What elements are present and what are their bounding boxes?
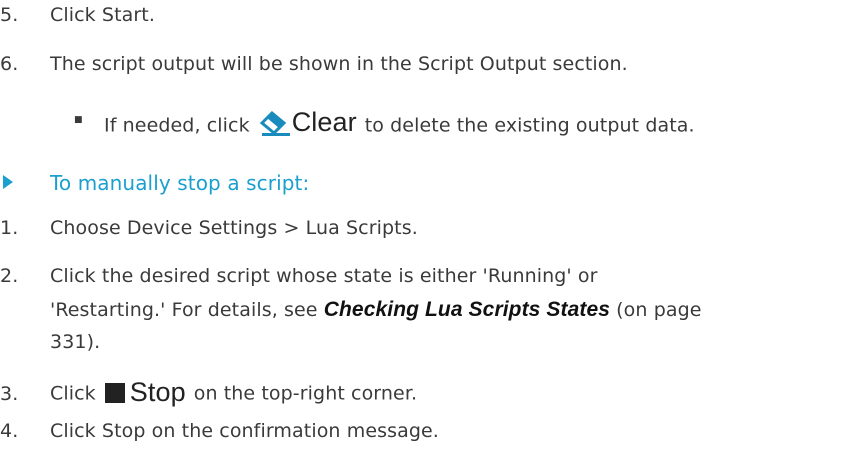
- line2-post: (on page: [616, 299, 702, 321]
- step-text: Click Start.: [50, 4, 155, 26]
- bullet-text-pre: If needed, click: [104, 114, 250, 137]
- step-text: Choose Device Settings > Lua Scripts.: [50, 217, 418, 239]
- step-text-line3: 331).: [50, 331, 101, 353]
- bullet-text-post: to delete the existing output data.: [364, 114, 695, 137]
- step-text: The script output will be shown in the S…: [50, 53, 628, 75]
- step-number: 1.: [0, 217, 19, 239]
- stop-button-image: Stop: [104, 377, 186, 408]
- eraser-icon: [259, 110, 290, 136]
- stop-square-icon: [104, 382, 125, 403]
- step-text-line2: 'Restarting.' For details, see Checking …: [50, 298, 702, 322]
- step-text: Click Stop on the confirmation message.: [50, 420, 439, 442]
- stop-button-label: Stop: [129, 377, 186, 407]
- step-3-pre: Click: [50, 382, 96, 405]
- step-3-post: on the top-right corner.: [193, 382, 418, 405]
- cross-reference-link[interactable]: Checking Lua Scripts States: [324, 298, 610, 321]
- heading-text: To manually stop a script:: [50, 171, 310, 195]
- clear-button-label: Clear: [291, 107, 357, 137]
- step-text: Click Stop on the top-right corner.: [50, 377, 417, 408]
- step-number: 5.: [0, 4, 19, 26]
- bullet-text: If needed, click Clear to delete the exi…: [104, 107, 695, 138]
- bullet-mark: ■: [74, 115, 83, 125]
- clear-button-image: Clear: [258, 107, 357, 138]
- step-text-line1: Click the desired script whose state is …: [50, 265, 598, 287]
- step-number: 3.: [0, 383, 19, 405]
- triangle-right-icon: [3, 175, 13, 189]
- step-number: 4.: [0, 420, 19, 442]
- step-number: 6.: [0, 53, 19, 75]
- line2-pre: 'Restarting.' For details, see: [50, 299, 318, 321]
- step-number: 2.: [0, 265, 19, 287]
